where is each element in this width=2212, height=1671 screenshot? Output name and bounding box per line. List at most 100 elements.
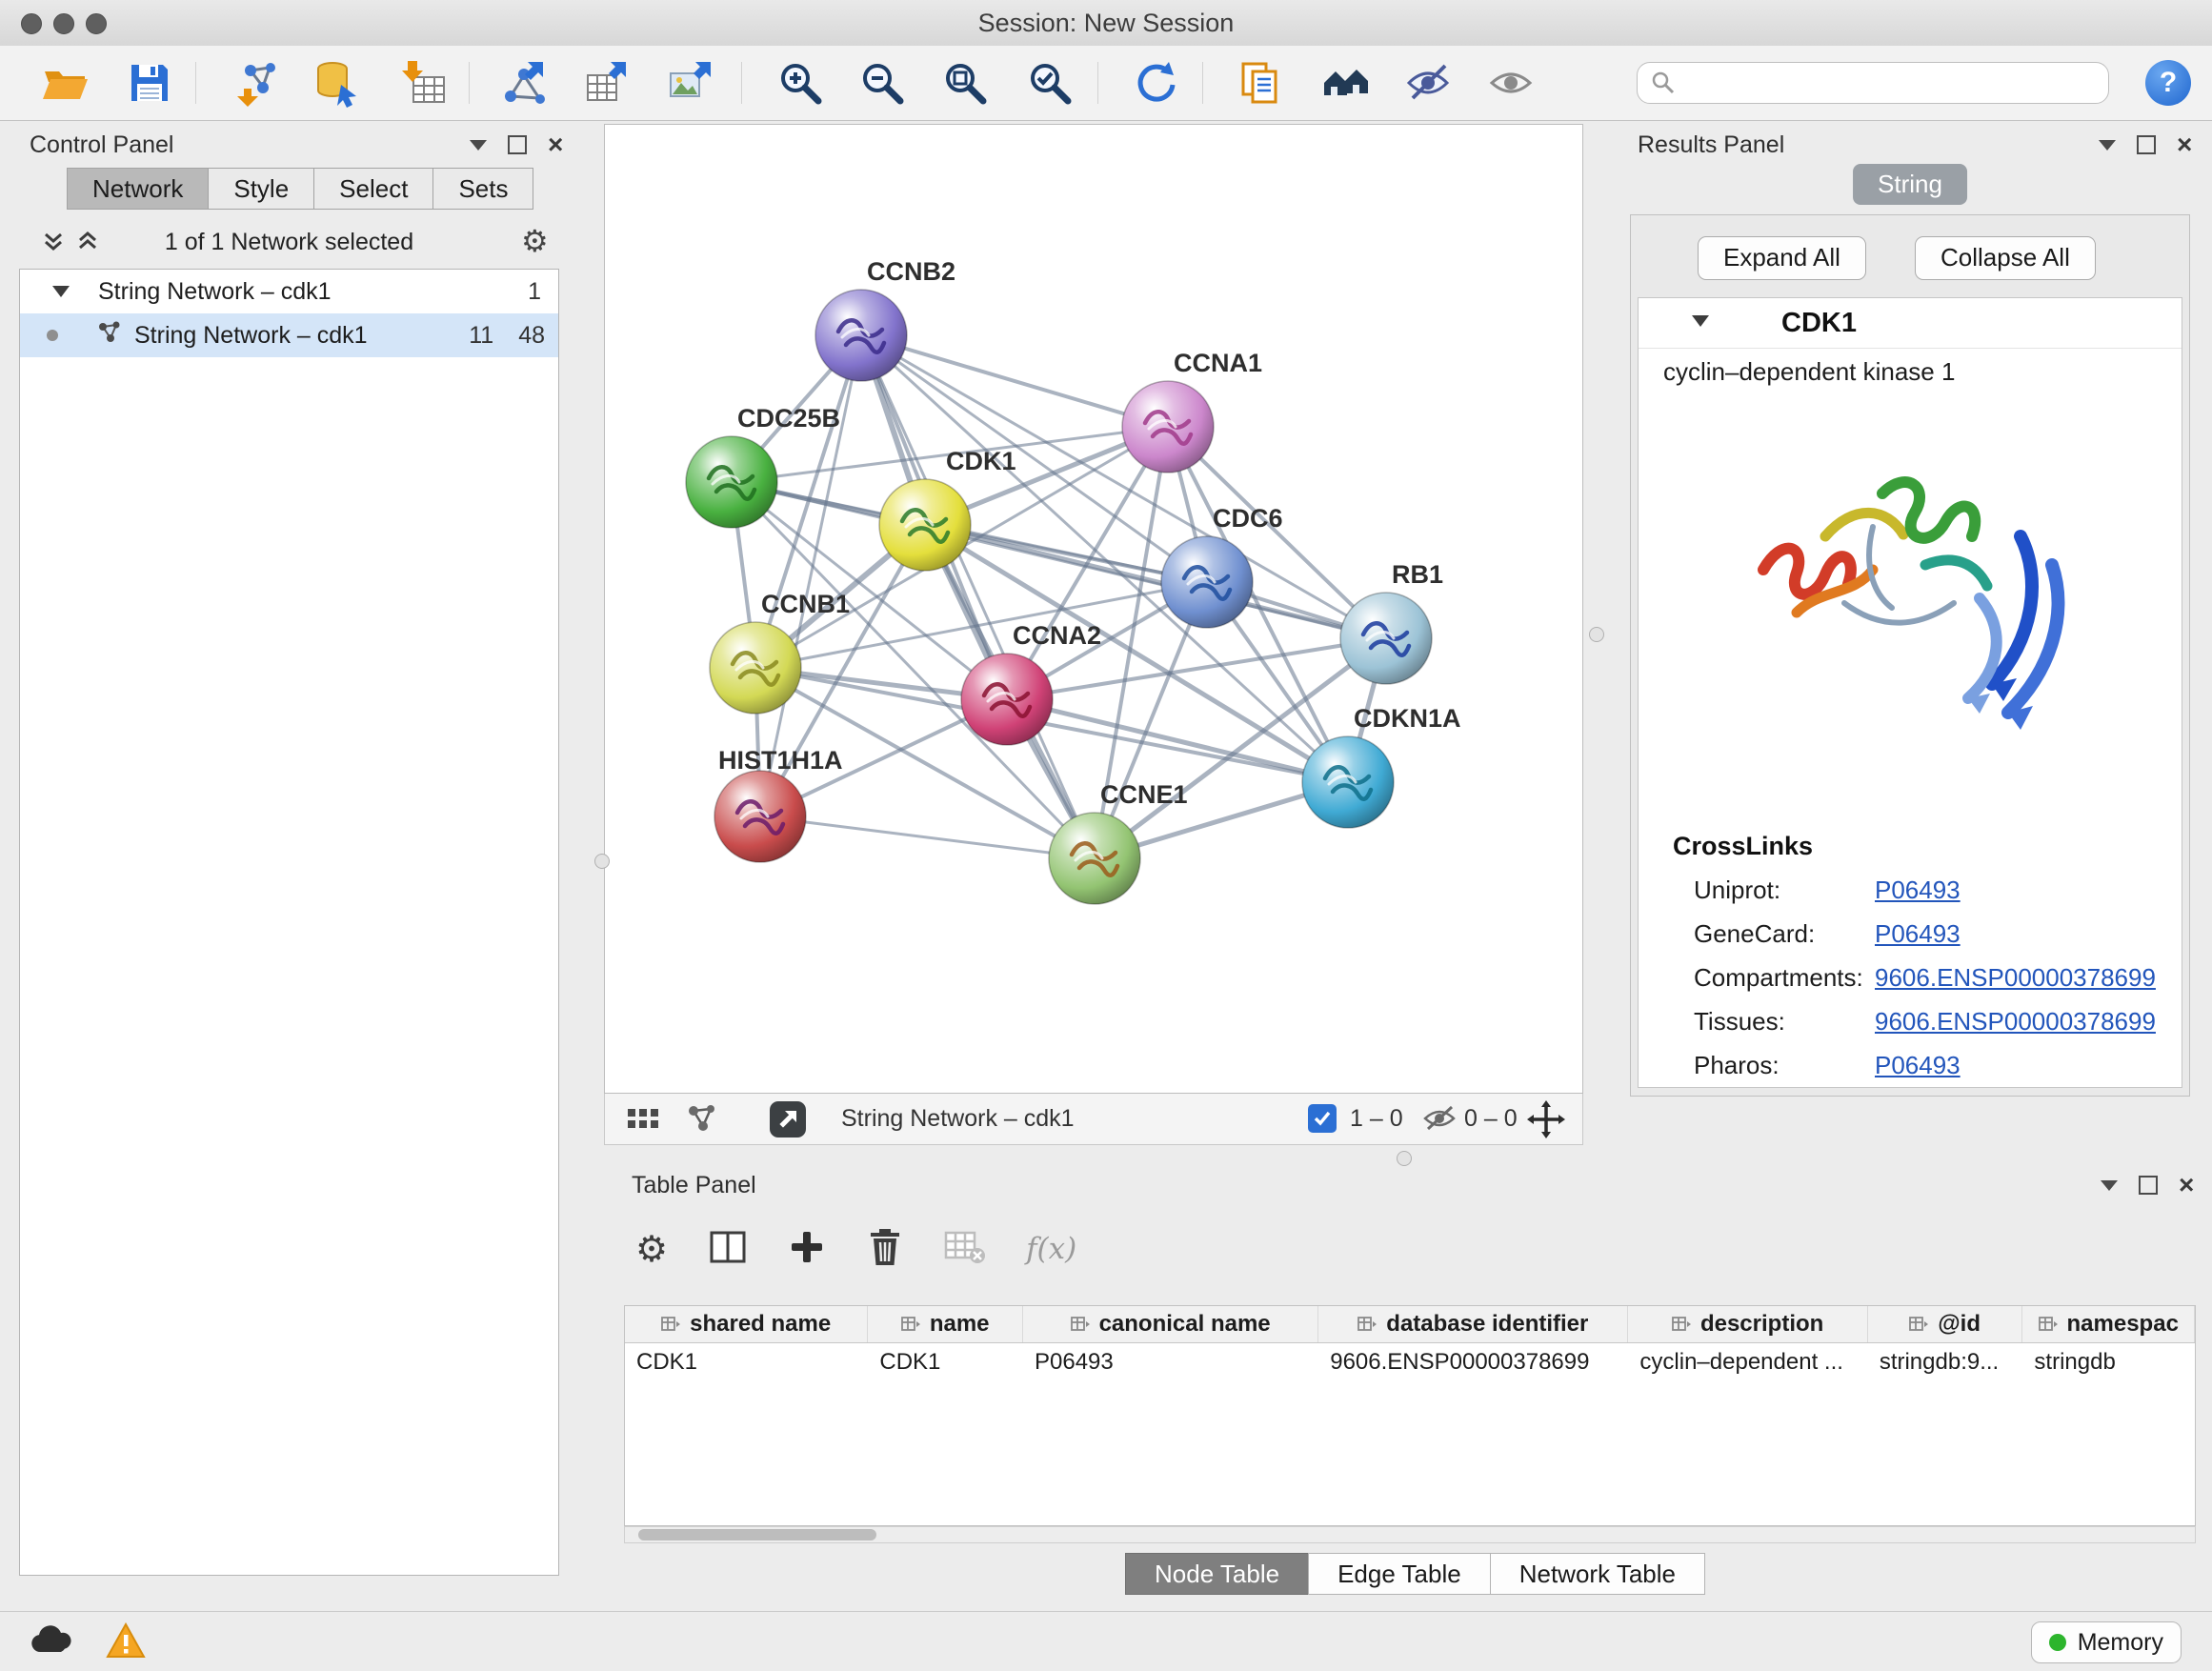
- window-title: Session: New Session: [0, 0, 2212, 46]
- network-row-selected[interactable]: String Network – cdk1 11 48: [20, 313, 558, 357]
- cloud-status-icon[interactable]: [29, 1623, 74, 1661]
- scrollbar-thumb[interactable]: [638, 1529, 876, 1540]
- export-image-icon[interactable]: [665, 58, 714, 108]
- zoom-selected-icon[interactable]: [1025, 58, 1075, 108]
- table-row[interactable]: CDK1CDK1P064939606.ENSP00000378699cyclin…: [625, 1343, 2195, 1381]
- tab-edge-table[interactable]: Edge Table: [1308, 1553, 1491, 1595]
- network-view[interactable]: CCNB2CCNA1CDC25BCDK1CDC6RB1CCNB1CCNA2CDK…: [604, 124, 1583, 1094]
- network-node-label: CCNA2: [1013, 621, 1101, 650]
- save-session-icon[interactable]: [125, 58, 174, 108]
- memory-label: Memory: [2078, 1629, 2163, 1657]
- table-cell[interactable]: CDK1: [868, 1343, 1023, 1381]
- tab-network-table[interactable]: Network Table: [1490, 1553, 1705, 1595]
- right-splitter-handle[interactable]: [1589, 627, 1604, 642]
- network-node-CCNA1[interactable]: CCNA1: [1122, 349, 1262, 473]
- export-table-icon[interactable]: [582, 58, 632, 108]
- houses-icon[interactable]: [1320, 58, 1370, 108]
- panel-close-icon[interactable]: ×: [2179, 1178, 2194, 1193]
- network-node-CCNE1[interactable]: CCNE1: [1049, 780, 1188, 904]
- left-splitter-handle[interactable]: [594, 854, 610, 869]
- show-eye-icon[interactable]: [1486, 58, 1536, 108]
- tab-network[interactable]: Network: [67, 168, 208, 210]
- table-cell[interactable]: stringdb: [2022, 1343, 2195, 1381]
- network-collection-row[interactable]: String Network – cdk1 1: [20, 270, 558, 313]
- column-header[interactable]: canonical name: [1023, 1306, 1318, 1342]
- create-column-plus-icon[interactable]: [788, 1228, 826, 1271]
- column-type-icon: [2039, 1315, 2060, 1334]
- column-header[interactable]: database identifier: [1318, 1306, 1628, 1342]
- column-header[interactable]: description: [1628, 1306, 1867, 1342]
- copy-document-icon[interactable]: [1236, 58, 1285, 108]
- network-node-label: HIST1H1A: [718, 746, 843, 775]
- birds-eye-icon[interactable]: [685, 1101, 719, 1140]
- crosslink-value-link[interactable]: 9606.ENSP00000378699: [1875, 1007, 2156, 1037]
- table-cell[interactable]: CDK1: [625, 1343, 868, 1381]
- table-cell[interactable]: cyclin–dependent ...: [1628, 1343, 1867, 1381]
- crosslink-value-link[interactable]: P06493: [1875, 919, 1961, 949]
- panel-maximize-icon[interactable]: [2139, 1176, 2158, 1195]
- network-node-CDC25B[interactable]: CDC25B: [686, 404, 840, 528]
- toolbar-search[interactable]: [1637, 62, 2109, 104]
- tab-node-table[interactable]: Node Table: [1125, 1553, 1309, 1595]
- zoom-out-icon[interactable]: [857, 58, 907, 108]
- table-horizontal-scrollbar[interactable]: [624, 1526, 2196, 1543]
- network-node-CCNB2[interactable]: CCNB2: [815, 257, 955, 381]
- warning-icon[interactable]: [105, 1621, 147, 1664]
- panel-close-icon[interactable]: ×: [2177, 137, 2192, 152]
- table-cell[interactable]: P06493: [1023, 1343, 1318, 1381]
- network-node-CDKN1A[interactable]: CDKN1A: [1302, 704, 1461, 828]
- tab-sets[interactable]: Sets: [432, 168, 533, 210]
- title-bar: Session: New Session: [0, 0, 2212, 47]
- network-canvas[interactable]: CCNB2CCNA1CDC25BCDK1CDC6RB1CCNB1CCNA2CDK…: [605, 125, 1582, 1093]
- tree-expand-icon[interactable]: [52, 286, 70, 297]
- table-settings-gear-icon[interactable]: ⚙: [635, 1228, 668, 1271]
- zoom-fit-icon[interactable]: [940, 58, 990, 108]
- import-network-file-icon[interactable]: [233, 58, 283, 108]
- network-edge[interactable]: [861, 335, 1168, 427]
- grid-view-icon[interactable]: [626, 1101, 660, 1140]
- panel-close-icon[interactable]: ×: [548, 137, 563, 152]
- network-node-RB1[interactable]: RB1: [1340, 560, 1443, 684]
- open-session-icon[interactable]: [40, 58, 90, 108]
- zoom-in-icon[interactable]: [775, 58, 825, 108]
- protein-structure-image: [1730, 413, 2101, 813]
- network-node-CDK1[interactable]: CDK1: [879, 447, 1016, 571]
- column-header[interactable]: namespac: [2022, 1306, 2195, 1342]
- network-options-gear-icon[interactable]: ⚙: [521, 223, 549, 259]
- export-network-icon[interactable]: [499, 58, 549, 108]
- tab-style[interactable]: Style: [208, 168, 313, 210]
- crosslink-value-link[interactable]: 9606.ENSP00000378699: [1875, 963, 2156, 993]
- table-cell[interactable]: stringdb:9...: [1868, 1343, 2023, 1381]
- column-header[interactable]: @id: [1868, 1306, 2023, 1342]
- memory-button[interactable]: Memory: [2031, 1621, 2182, 1663]
- collapse-card-icon[interactable]: [1692, 315, 1709, 327]
- crosslink-value-link[interactable]: P06493: [1875, 1051, 1961, 1080]
- import-network-database-icon[interactable]: [312, 58, 362, 108]
- column-header[interactable]: shared name: [625, 1306, 868, 1342]
- tab-select[interactable]: Select: [313, 168, 432, 210]
- table-cell[interactable]: 9606.ENSP00000378699: [1318, 1343, 1628, 1381]
- panel-float-icon[interactable]: [470, 140, 487, 151]
- help-button[interactable]: ?: [2145, 60, 2191, 106]
- column-header[interactable]: name: [868, 1306, 1023, 1342]
- network-edge[interactable]: [861, 335, 1095, 858]
- panel-maximize-icon[interactable]: [508, 135, 527, 154]
- panel-maximize-icon[interactable]: [2137, 135, 2156, 154]
- selected-checkbox-icon[interactable]: [1308, 1104, 1337, 1133]
- refresh-icon[interactable]: [1131, 58, 1180, 108]
- collapse-all-button[interactable]: Collapse All: [1915, 236, 2096, 280]
- network-node-HIST1H1A[interactable]: HIST1H1A: [714, 746, 843, 862]
- panel-float-icon[interactable]: [2101, 1180, 2118, 1191]
- expand-all-button[interactable]: Expand All: [1698, 236, 1866, 280]
- crosslink-value-link[interactable]: P06493: [1875, 876, 1961, 905]
- export-view-icon[interactable]: [769, 1100, 807, 1143]
- pan-move-icon[interactable]: [1527, 1100, 1565, 1143]
- hide-eye-slash-icon[interactable]: [1403, 58, 1453, 108]
- import-table-file-icon[interactable]: [400, 58, 450, 108]
- panel-float-icon[interactable]: [2099, 140, 2116, 151]
- delete-column-trash-icon[interactable]: [866, 1227, 904, 1272]
- show-columns-icon[interactable]: [708, 1227, 748, 1272]
- string-tab-badge[interactable]: String: [1853, 164, 1967, 205]
- network-edge[interactable]: [760, 816, 1095, 858]
- search-input[interactable]: [1676, 69, 2080, 97]
